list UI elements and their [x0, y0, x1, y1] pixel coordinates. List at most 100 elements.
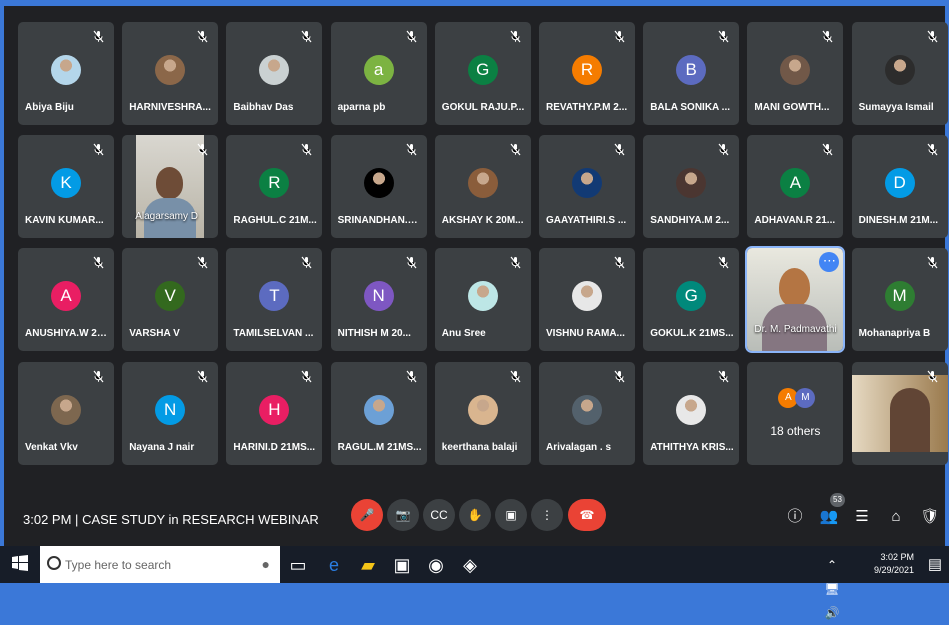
participant-tile[interactable]: A ADHAVAN.R 21... [747, 135, 844, 239]
avatar [676, 394, 707, 425]
participant-name: Abiya Biju [25, 102, 74, 113]
participant-tile[interactable]: Sumayya Ismail [851, 22, 948, 125]
person-face [779, 268, 811, 308]
notification-button[interactable]: ▤ [923, 553, 947, 577]
edge-button[interactable]: e [322, 553, 346, 577]
muted-microphone-icon [301, 143, 312, 156]
store-button[interactable]: ▣ [390, 553, 414, 577]
participant-tile[interactable]: D DINESH.M 21M... [851, 135, 948, 239]
participant-tile[interactable]: Abiya Biju [18, 22, 114, 125]
muted-microphone-icon [718, 30, 729, 43]
system-tray[interactable]: ⌃ 🖥 🔊 [820, 553, 844, 620]
participant-tile[interactable]: R REVATHY.P.M 2... [539, 22, 635, 125]
participant-tile[interactable]: A ANUSHIYA.W 21... [18, 248, 114, 352]
participant-tile[interactable]: HARNIVESHRA... [122, 22, 219, 125]
participant-name: Baibhav Das [233, 102, 294, 113]
avatar: R [572, 55, 602, 85]
participant-tile[interactable]: VISHNU RAMA... [539, 248, 635, 352]
participant-tile[interactable]: K KAVIN KUMAR... [18, 135, 114, 239]
avatar: a [363, 55, 394, 85]
muted-microphone-icon [197, 30, 208, 43]
participant-tile[interactable]: B BALA SONIKA ... [643, 22, 740, 125]
taskbar-search[interactable]: Type here to search ● [40, 546, 280, 583]
more-options-button[interactable]: ⋮ [531, 499, 563, 531]
participant-tile[interactable]: Venkat Vkv [18, 361, 114, 465]
host-controls-button[interactable]: 🛡 [920, 507, 940, 527]
muted-microphone-icon [93, 30, 104, 43]
more-vertical-icon: ⋮ [541, 508, 553, 522]
avatar [363, 394, 394, 425]
muted-microphone-icon [927, 257, 938, 269]
participant-tile[interactable]: T TAMILSELVAN ... [226, 248, 323, 352]
avatar: M [884, 281, 915, 312]
participant-tile[interactable]: Baibhav Das [226, 22, 323, 125]
participant-tile[interactable]: a aparna pb [330, 22, 427, 125]
participant-tile[interactable]: GAAYATHIRI.S ... [539, 135, 635, 239]
chat-icon: ☰ [855, 508, 869, 525]
meeting-info-button[interactable]: ⓘ [785, 507, 805, 527]
pinned-app-button[interactable]: ◈ [458, 553, 482, 577]
participant-tile[interactable]: N NITHISH M 20... [330, 248, 427, 352]
participant-tile[interactable]: SRINANDHAN.V... [330, 135, 427, 239]
participant-tile[interactable]: ⋯ Dr. M. Padmavathi [745, 246, 846, 354]
camera-button[interactable]: 📷 [387, 499, 419, 531]
app-icon: ◈ [463, 555, 477, 575]
raise-hand-button[interactable]: ✋ [459, 499, 491, 531]
participant-tile[interactable]: AKSHAY K 20M... [434, 135, 531, 239]
participant-tile[interactable]: G GOKUL.K 21MS... [643, 248, 740, 352]
avatar: B [676, 55, 707, 85]
participant-tile[interactable]: Arivalagan . s [539, 361, 635, 465]
muted-microphone-icon [510, 30, 521, 43]
participant-name: Sumayya Ismail [858, 102, 934, 113]
muted-microphone-icon [93, 143, 104, 156]
participant-tile[interactable]: ATHITHYA KRIS... [643, 361, 740, 465]
muted-microphone-icon [406, 143, 417, 156]
participant-video [136, 135, 205, 239]
participant-tile[interactable]: V VARSHA V [122, 248, 219, 352]
microphone-button[interactable]: 🎤 [351, 499, 383, 531]
muted-microphone-icon [406, 30, 417, 43]
avatar [467, 168, 498, 199]
avatar: T [259, 281, 290, 312]
participant-tile[interactable]: A M 18 others [747, 361, 844, 465]
leave-call-button[interactable]: ☎ [568, 499, 606, 531]
captions-button[interactable]: CC [423, 499, 455, 531]
participant-tile[interactable]: Anu Sree [434, 248, 531, 352]
participant-tile[interactable]: MANI GOWTH... [747, 22, 844, 125]
participant-tile[interactable] [851, 361, 948, 465]
participant-name: REVATHY.P.M 2... [546, 102, 628, 113]
windows-start-button[interactable] [8, 553, 32, 577]
file-explorer-button[interactable]: ▰ [356, 553, 380, 577]
people-button[interactable]: 👥 [819, 507, 839, 527]
muted-microphone-icon [822, 30, 833, 43]
participant-tile[interactable]: SANDHIYA.M 2... [643, 135, 740, 239]
participant-tile[interactable]: H HARINI.D 21MS... [226, 361, 323, 465]
participant-tile[interactable]: keerthana balaji [434, 361, 531, 465]
avatar: K [51, 168, 81, 199]
muted-microphone-icon [93, 370, 104, 382]
camera-icon: 📷 [395, 508, 411, 522]
taskbar-clock[interactable]: 3:02 PM 9/29/2021 [874, 551, 914, 577]
participant-tile[interactable]: M Mohanapriya B [851, 248, 948, 352]
present-button[interactable]: ▣ [495, 499, 527, 531]
participant-name: Nayana J nair [129, 441, 195, 453]
meeting-window: Abiya Biju HARNIVESHRA... Baibhav Das a apar… [4, 6, 948, 546]
task-view-button[interactable]: ▭ [286, 553, 310, 577]
participant-tile[interactable]: N Nayana J nair [122, 361, 219, 465]
chat-button[interactable]: ☰ [852, 507, 872, 527]
shield-icon: 🛡 [920, 508, 940, 525]
participant-name: RAGHUL.C 21M... [233, 215, 317, 227]
participant-name: AKSHAY K 20M... [441, 215, 524, 227]
muted-microphone-icon [197, 370, 208, 382]
avatar [572, 281, 602, 312]
task-view-icon: ▭ [289, 555, 307, 575]
participant-name: VARSHA V [129, 328, 180, 340]
activities-button[interactable]: ⌂ [886, 507, 906, 527]
chrome-button[interactable]: ◉ [424, 553, 448, 577]
participant-tile[interactable]: RAGUL.M 21MS... [330, 361, 427, 465]
avatar [572, 394, 602, 425]
participant-tile[interactable]: Alagarsamy D [122, 135, 219, 239]
participant-tile[interactable]: G GOKUL RAJU.P... [434, 22, 531, 125]
participant-tile[interactable]: R RAGHUL.C 21M... [226, 135, 323, 239]
taskbar-search-placeholder: Type here to search [65, 558, 172, 572]
